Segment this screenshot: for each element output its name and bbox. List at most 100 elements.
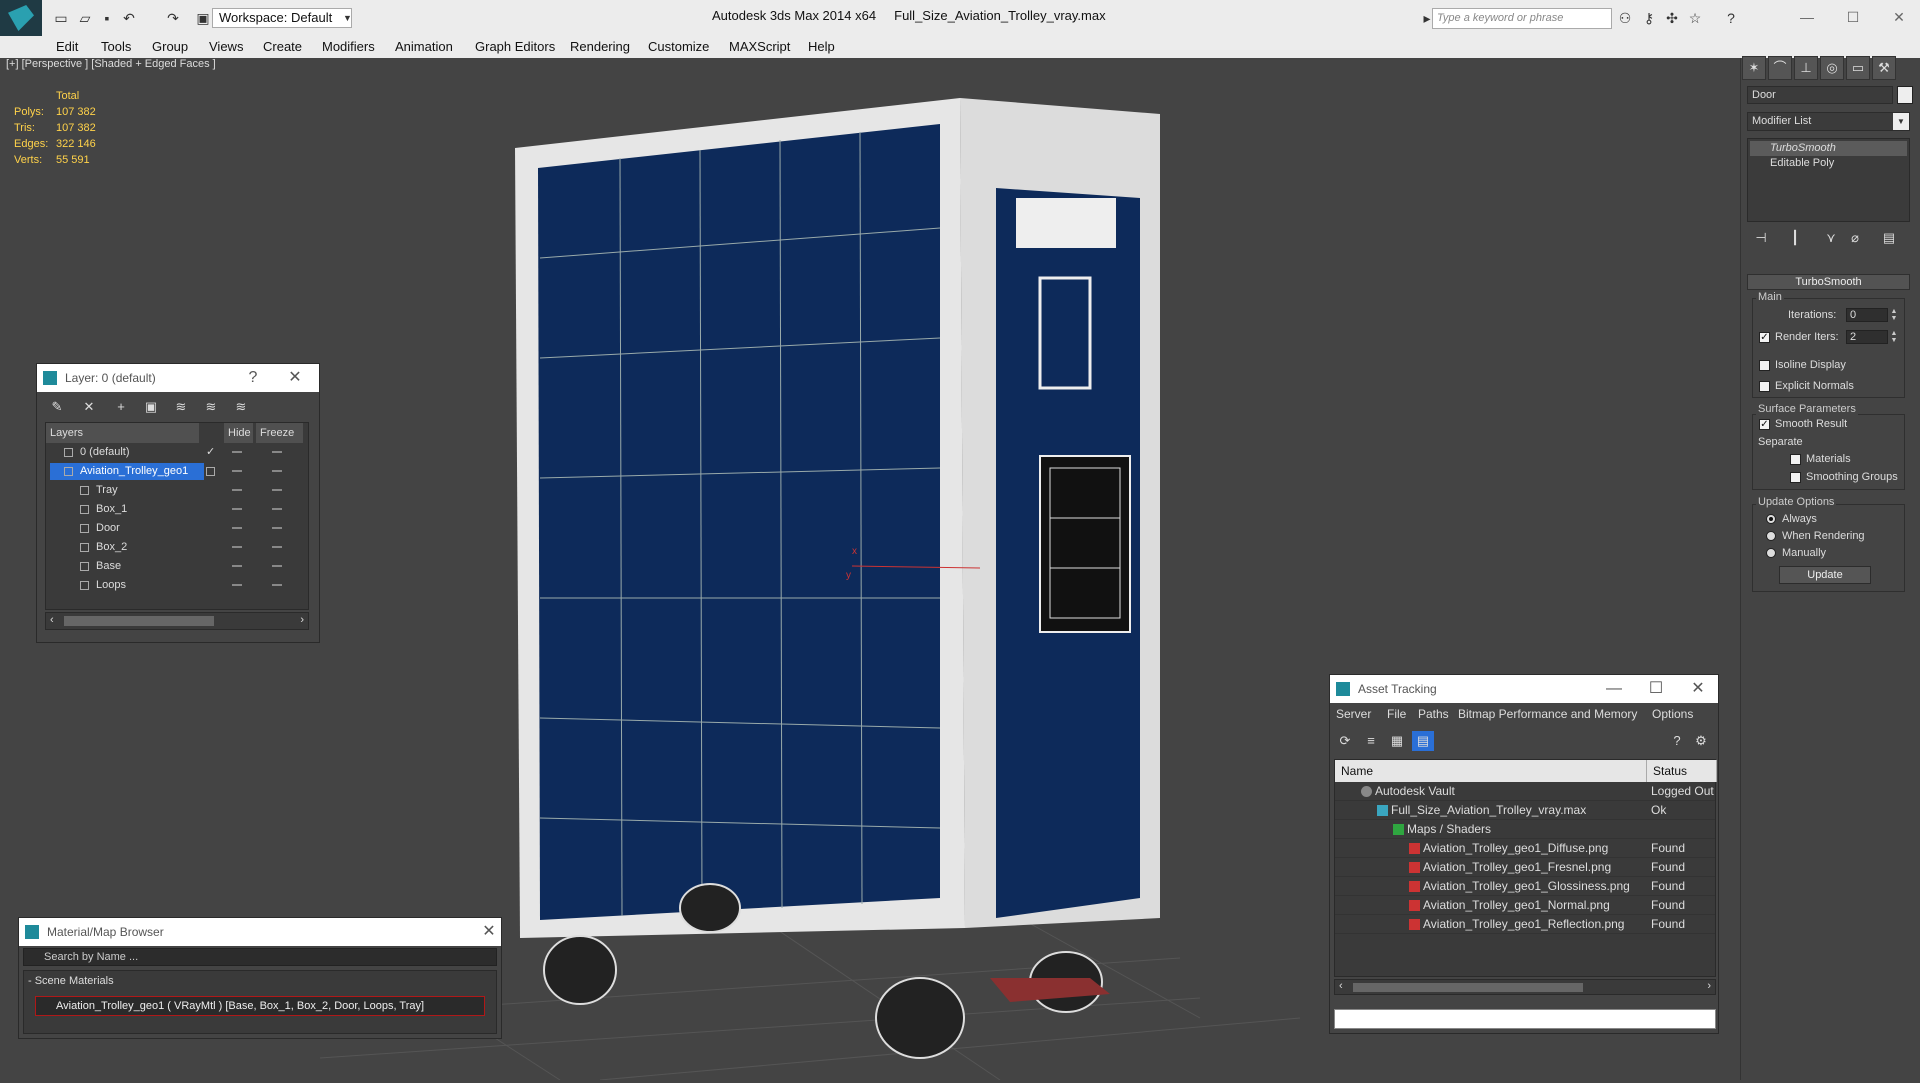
material-browser-close-button[interactable]: ✕ (475, 918, 503, 946)
asset-menu-paths[interactable]: Paths (1418, 707, 1449, 721)
create-tab-icon[interactable]: ✶ (1742, 56, 1766, 80)
select-objects-icon[interactable]: ▣ (141, 397, 161, 417)
layer-row[interactable]: Loops (46, 576, 308, 595)
menu-edit[interactable]: Edit (56, 39, 78, 54)
col-freeze[interactable]: Freeze (256, 423, 304, 443)
turbosmooth-rollout-header[interactable]: TurboSmooth (1747, 274, 1910, 290)
object-color-swatch[interactable] (1897, 86, 1913, 104)
search-input[interactable]: Type a keyword or phrase (1432, 8, 1612, 29)
material-search-input[interactable]: Search by Name ... (23, 948, 497, 966)
remove-modifier-icon[interactable]: ⌀ (1844, 228, 1866, 248)
asset-minimize-button[interactable]: — (1600, 675, 1628, 703)
undo-icon[interactable]: ↶ (120, 9, 138, 27)
update-button[interactable]: Update (1779, 566, 1871, 584)
configure-sets-icon[interactable]: ▤ (1878, 228, 1900, 248)
star-icon[interactable]: ☆ (1686, 9, 1704, 27)
close-button[interactable]: ✕ (1884, 5, 1914, 29)
layer-dialog-close-button[interactable]: ✕ (281, 364, 309, 392)
make-unique-icon[interactable]: ⋎ (1820, 228, 1842, 248)
modifier-list-dropdown[interactable]: Modifier List (1747, 112, 1910, 131)
object-name-field[interactable]: Door (1747, 86, 1893, 104)
render-iters-spinner[interactable]: 2 (1846, 330, 1888, 344)
asset-menu-file[interactable]: File (1387, 707, 1406, 721)
workspace-dropdown[interactable]: Workspace: Default (212, 8, 352, 28)
minimize-button[interactable]: — (1792, 5, 1822, 29)
hierarchy-tab-icon[interactable]: ⊥ (1794, 56, 1818, 80)
asset-row[interactable]: Maps / Shaders (1335, 820, 1715, 839)
menu-help[interactable]: Help (808, 39, 835, 54)
asset-row[interactable]: Aviation_Trolley_geo1_Glossiness.png Foun… (1335, 877, 1715, 896)
project-folder-icon[interactable]: ▣ (194, 9, 212, 27)
layer-row[interactable]: Aviation_Trolley_geo1 (46, 462, 308, 481)
manually-radio[interactable] (1766, 548, 1776, 558)
help-icon[interactable]: ? (1722, 9, 1740, 27)
exchange-icon[interactable]: ✣ (1663, 9, 1681, 27)
open-file-icon[interactable]: ▱ (76, 9, 94, 27)
material-entry[interactable]: Aviation_Trolley_geo1 ( VRayMtl ) [Base,… (35, 996, 485, 1016)
layer-dialog-help-button[interactable]: ? (239, 364, 267, 392)
layer-row[interactable]: Tray (46, 481, 308, 500)
menu-graph-editors[interactable]: Graph Editors (475, 39, 555, 54)
smooth-result-checkbox[interactable]: ✓ (1759, 419, 1770, 430)
asset-row[interactable]: Autodesk Vault Logged Out (1335, 782, 1715, 801)
menu-rendering[interactable]: Rendering (570, 39, 630, 54)
highlight-layer-icon[interactable]: ≋ (171, 397, 191, 417)
layer-row[interactable]: Box_2 (46, 538, 308, 557)
chevron-down-icon[interactable]: ▼ (1893, 113, 1909, 130)
viewport-label[interactable]: [+] [Perspective ] [Shaded + Edged Faces… (6, 58, 216, 70)
menu-create[interactable]: Create (263, 39, 302, 54)
settings-icon[interactable]: ⚙ (1690, 731, 1712, 751)
save-icon[interactable]: ▪ (98, 9, 116, 27)
col-layers[interactable]: Layers (46, 423, 200, 443)
render-iters-checkbox[interactable]: ✓ (1759, 332, 1770, 343)
asset-path-field[interactable] (1334, 1009, 1716, 1029)
spinner-arrows-icon[interactable]: ▲ ▼ (1889, 308, 1899, 322)
menu-customize[interactable]: Customize (648, 39, 709, 54)
isoline-checkbox[interactable] (1759, 360, 1770, 371)
asset-row[interactable]: Aviation_Trolley_geo1_Reflection.png Foun… (1335, 915, 1715, 934)
menu-group[interactable]: Group (152, 39, 188, 54)
thumbnail-view-icon[interactable]: ▦ (1386, 731, 1408, 751)
help-icon[interactable]: ? (1666, 731, 1688, 751)
menu-tools[interactable]: Tools (101, 39, 131, 54)
asset-menu-server[interactable]: Server (1336, 707, 1371, 721)
refresh-icon[interactable]: ⟳ (1334, 731, 1356, 751)
when-rendering-radio[interactable] (1766, 531, 1776, 541)
utilities-tab-icon[interactable]: ⚒ (1872, 56, 1896, 80)
motion-tab-icon[interactable]: ◎ (1820, 56, 1844, 80)
layer-row[interactable]: 0 (default) ✓ (46, 443, 308, 462)
list-view-icon[interactable]: ≡ (1360, 731, 1382, 751)
chevron-down-icon[interactable]: ▼ (343, 8, 359, 28)
asset-menu-options[interactable]: Options (1652, 707, 1693, 721)
layer-horizontal-scrollbar[interactable]: ‹ › (45, 612, 309, 630)
new-file-icon[interactable]: ▭ (52, 9, 70, 27)
menu-animation[interactable]: Animation (395, 39, 453, 54)
table-view-icon[interactable]: ▤ (1412, 731, 1434, 751)
app-logo-button[interactable] (0, 0, 42, 36)
layer-row[interactable]: Box_1 (46, 500, 308, 519)
asset-menu-bitmap[interactable]: Bitmap Performance and Memory (1458, 707, 1637, 721)
col-name[interactable]: Name (1335, 760, 1647, 782)
layer-row[interactable]: Door (46, 519, 308, 538)
spinner-arrows-icon[interactable]: ▲ ▼ (1889, 330, 1899, 344)
stack-item-editable-poly[interactable]: Editable Poly (1750, 156, 1907, 171)
new-layer-icon[interactable]: ✎ (47, 397, 67, 417)
menu-modifiers[interactable]: Modifiers (322, 39, 375, 54)
always-radio[interactable] (1766, 514, 1776, 524)
asset-row[interactable]: Aviation_Trolley_geo1_Diffuse.png Found (1335, 839, 1715, 858)
key-icon[interactable]: ⚷ (1640, 9, 1658, 27)
pin-stack-icon[interactable]: ⊣ (1750, 228, 1772, 248)
display-tab-icon[interactable]: ▭ (1846, 56, 1870, 80)
asset-row[interactable]: Aviation_Trolley_geo1_Fresnel.png Found (1335, 858, 1715, 877)
asset-row[interactable]: Full_Size_Aviation_Trolley_vray.max Ok (1335, 801, 1715, 820)
menu-views[interactable]: Views (209, 39, 243, 54)
materials-checkbox[interactable] (1790, 454, 1801, 465)
menu-maxscript[interactable]: MAXScript (729, 39, 790, 54)
hide-all-icon[interactable]: ≋ (201, 397, 221, 417)
asset-maximize-button[interactable]: ☐ (1642, 675, 1670, 703)
freeze-all-icon[interactable]: ≋ (231, 397, 251, 417)
asset-close-button[interactable]: ✕ (1684, 675, 1712, 703)
explicit-normals-checkbox[interactable] (1759, 381, 1770, 392)
iterations-spinner[interactable]: 0 (1846, 308, 1888, 322)
smoothing-groups-checkbox[interactable] (1790, 472, 1801, 483)
